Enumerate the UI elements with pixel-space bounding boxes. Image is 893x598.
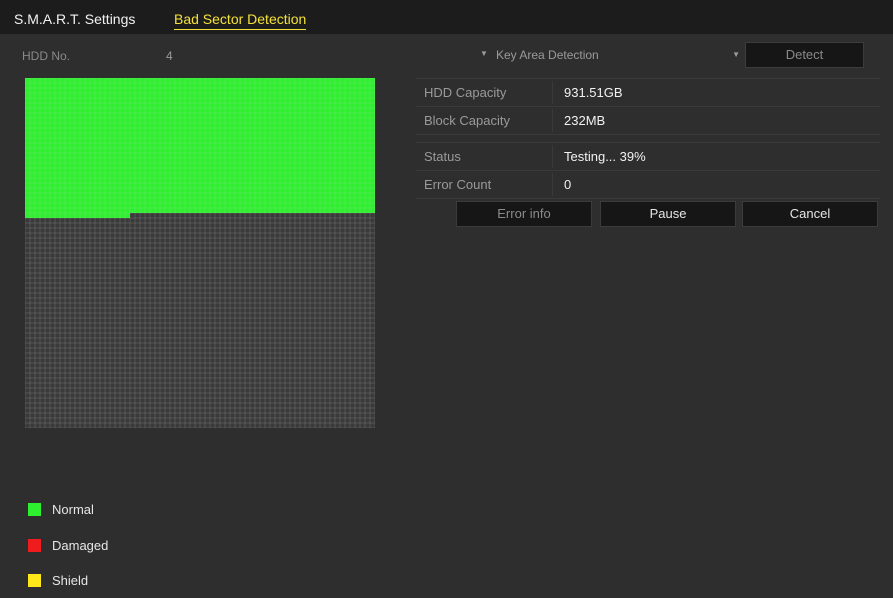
hdd-number-value[interactable]: 4 xyxy=(166,49,226,63)
normal-sectors-partial xyxy=(25,213,130,218)
block-capacity-value: 232MB xyxy=(564,113,606,128)
status-info: Status Testing... 39% Error Count 0 xyxy=(416,142,880,199)
error-count-value: 0 xyxy=(564,177,572,192)
hdd-capacity-label: HDD Capacity xyxy=(424,85,507,100)
pause-button[interactable]: Pause xyxy=(600,201,736,227)
shield-swatch xyxy=(28,574,41,587)
error-count-label: Error Count xyxy=(424,177,492,192)
detection-mode-select[interactable]: ▼ Key Area Detection ▼ xyxy=(476,44,744,66)
sector-grid xyxy=(25,78,375,428)
chevron-down-icon: ▼ xyxy=(732,50,740,59)
status-row: Status Testing... 39% xyxy=(416,143,880,171)
legend-damaged-label: Damaged xyxy=(52,538,109,553)
status-label: Status xyxy=(424,149,461,164)
block-capacity-row: Block Capacity 232MB xyxy=(416,107,880,135)
hdd-number-label: HDD No. xyxy=(22,49,71,63)
block-capacity-label: Block Capacity xyxy=(424,113,510,128)
status-value: Testing... 39% xyxy=(564,149,646,164)
hdd-capacity-value: 931.51GB xyxy=(564,85,623,100)
detection-mode-value: Key Area Detection xyxy=(496,48,599,62)
error-info-button[interactable]: Error info xyxy=(456,201,592,227)
tab-bar: S.M.A.R.T. Settings Bad Sector Detection xyxy=(0,0,893,34)
damaged-swatch xyxy=(28,539,41,552)
legend-shield-label: Shield xyxy=(52,573,89,588)
detect-button[interactable]: Detect xyxy=(745,42,864,68)
caret-down-icon: ▼ xyxy=(480,49,488,58)
cancel-button[interactable]: Cancel xyxy=(742,201,878,227)
normal-swatch xyxy=(28,503,41,516)
tab-bad-sector-detection[interactable]: Bad Sector Detection xyxy=(174,11,307,30)
hdd-capacity-row: HDD Capacity 931.51GB xyxy=(416,79,880,107)
tab-smart-settings[interactable]: S.M.A.R.T. Settings xyxy=(14,11,135,27)
sector-map xyxy=(25,78,375,428)
capacity-info: HDD Capacity 931.51GB Block Capacity 232… xyxy=(416,78,880,135)
error-count-row: Error Count 0 xyxy=(416,171,880,199)
legend-normal-label: Normal xyxy=(52,502,94,517)
